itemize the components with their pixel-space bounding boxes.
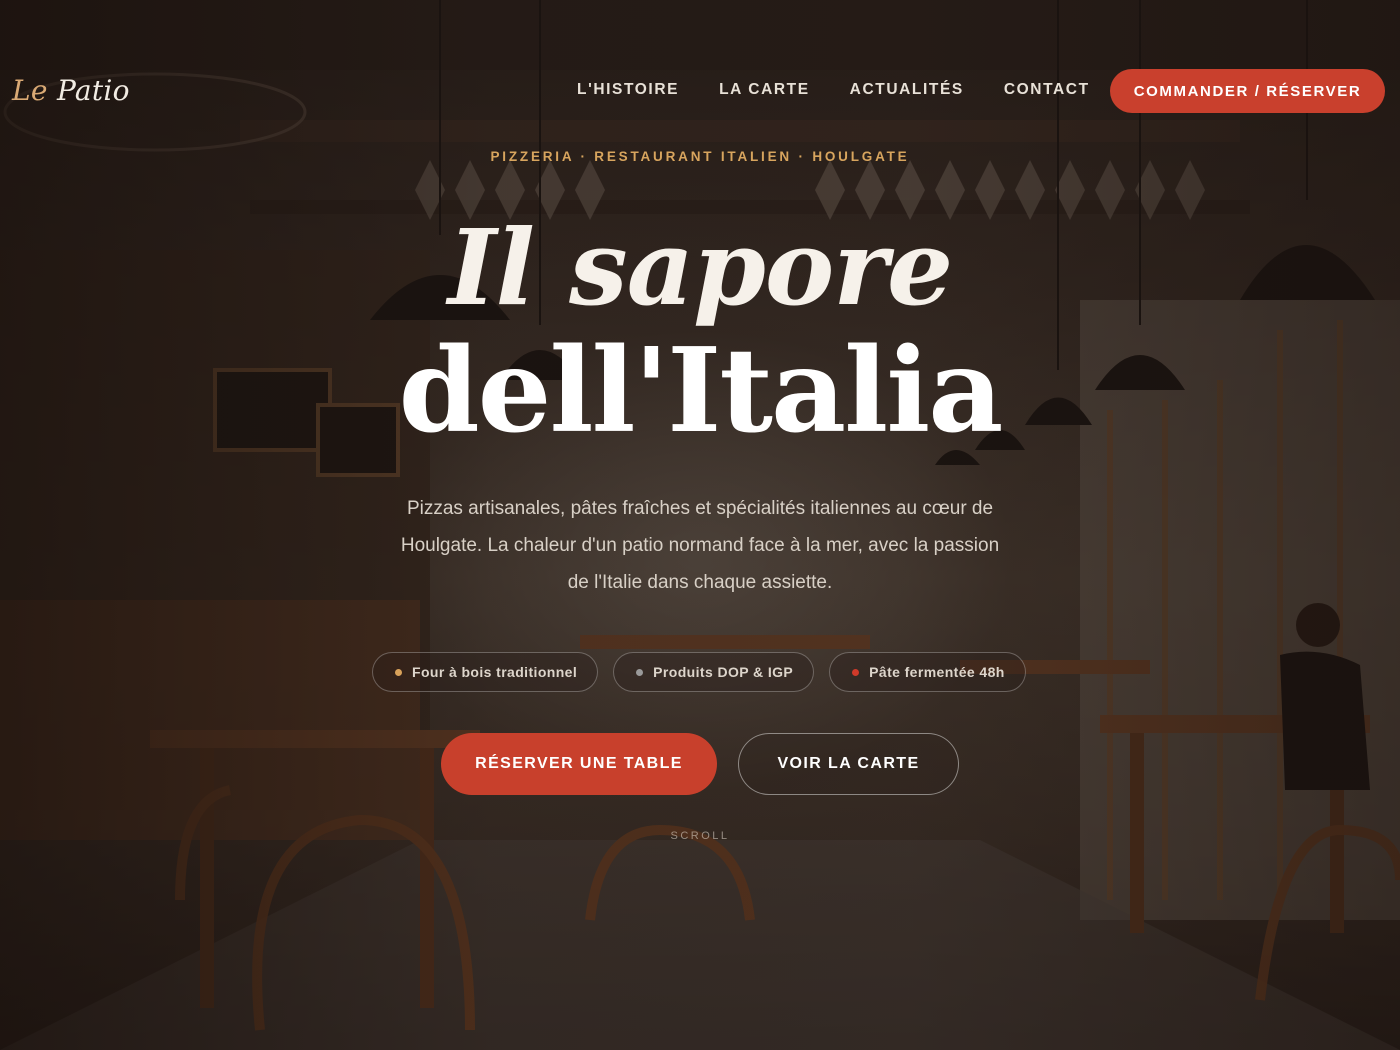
nav-link-carte[interactable]: LA CARTE (719, 81, 810, 99)
hero-section: Le Patio L'HISTOIRE LA CARTE ACTUALITÉS … (0, 0, 1400, 1050)
hero-buttons: RÉSERVER UNE TABLE VOIR LA CARTE (441, 733, 959, 795)
reserve-table-button[interactable]: RÉSERVER UNE TABLE (441, 733, 717, 795)
feature-dot-icon (636, 668, 644, 676)
nav-links: L'HISTOIRE LA CARTE ACTUALITÉS CONTACT (577, 81, 1130, 99)
hero-title-line2: dell'Italia (398, 323, 1004, 459)
scroll-indicator[interactable]: SCROLL (0, 830, 1400, 842)
feature-dot-icon (852, 668, 860, 676)
feature-badges: Four à bois traditionnel Produits DOP & … (372, 652, 1026, 692)
nav-link-histoire[interactable]: L'HISTOIRE (577, 81, 679, 99)
feature-badge-dough: Pâte fermentée 48h (829, 652, 1026, 692)
site-logo[interactable]: Le Patio (12, 74, 130, 107)
nav-link-actualites[interactable]: ACTUALITÉS (850, 81, 964, 99)
feature-badge-dop-igp: Produits DOP & IGP (613, 652, 815, 692)
view-menu-button[interactable]: VOIR LA CARTE (738, 733, 959, 795)
logo-le: Le (12, 74, 48, 107)
feature-dot-icon (395, 668, 402, 676)
feature-label: Pâte fermentée 48h (869, 664, 1005, 680)
nav-link-contact[interactable]: CONTACT (1004, 81, 1090, 99)
hero-kicker: PIZZERIA · RESTAURANT ITALIEN · HOULGATE (490, 149, 910, 164)
feature-label: Produits DOP & IGP (653, 664, 794, 680)
hero-title-line1: Il sapore (447, 206, 953, 329)
logo-patio: Patio (56, 74, 130, 107)
feature-label: Four à bois traditionnel (412, 664, 578, 680)
hero-subtitle: Pizzas artisanales, pâtes fraîches et sp… (400, 498, 1000, 593)
order-reserve-button[interactable]: COMMANDER / RÉSERVER (1110, 69, 1385, 113)
feature-badge-wood-oven: Four à bois traditionnel (372, 652, 599, 692)
